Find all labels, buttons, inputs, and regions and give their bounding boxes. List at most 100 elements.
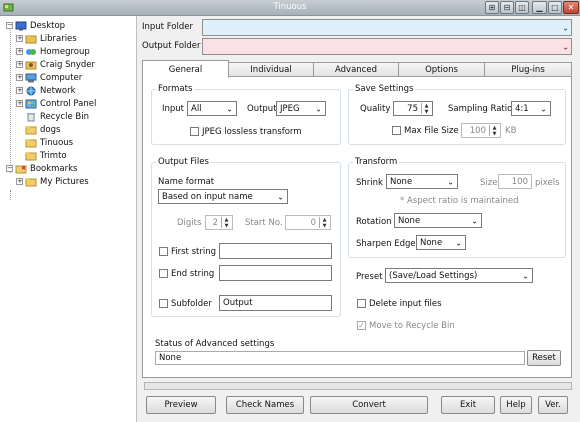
folder-tree[interactable]: − Desktop + Libraries + Homegroup + Crai… (0, 16, 137, 422)
tree-item-network[interactable]: + Network (16, 84, 76, 97)
size-input[interactable]: 100 (498, 174, 532, 189)
end-string-checkbox[interactable] (159, 269, 168, 278)
tree-item-control-panel[interactable]: + Control Panel (16, 97, 96, 110)
chevron-down-icon: ⌄ (315, 104, 322, 113)
rotation-select[interactable]: None ⌄ (394, 213, 482, 228)
save-settings-group: Save Settings (348, 84, 566, 145)
input-format-select[interactable]: All ⌄ (187, 101, 237, 116)
max-file-size-value: 100 (469, 125, 486, 136)
tab-general[interactable]: General (142, 60, 229, 78)
formats-legend: Formats (156, 84, 195, 94)
spinner-arrows-icon[interactable]: ▲ ▼ (221, 217, 231, 229)
tree-item-label: Libraries (40, 33, 77, 44)
sampling-ratio-select[interactable]: 4:1 ⌄ (511, 101, 551, 116)
tree-item-homegroup[interactable]: + Homegroup (16, 45, 90, 58)
convert-button[interactable]: Convert (310, 396, 428, 414)
chevron-down-icon: ⌄ (277, 192, 284, 201)
shrink-label: Shrink (356, 178, 383, 188)
aspect-ratio-note: * Aspect ratio is maintained (400, 196, 519, 206)
output-format-select[interactable]: JPEG ⌄ (276, 101, 326, 116)
tree-item-tinuous[interactable]: Tinuous (25, 136, 73, 149)
maximize-icon[interactable]: □ (548, 1, 562, 14)
first-string-checkbox[interactable] (159, 247, 168, 256)
output-folder-combo[interactable]: ⌄ (202, 38, 572, 55)
expand-icon[interactable]: + (16, 35, 23, 42)
version-button[interactable]: Ver. (538, 396, 568, 414)
title-bar: Tinuous ⊞ ⊟ ◫ ▁ □ ✕ (0, 0, 580, 16)
quality-spinner[interactable]: 75 ▲ ▼ (393, 101, 433, 116)
shrink-select[interactable]: None ⌄ (386, 174, 458, 189)
tree-item-label: Tinuous (40, 137, 74, 148)
start-no-spinner[interactable]: 0 ▲ ▼ (285, 215, 331, 230)
folder-icon (25, 125, 37, 134)
tree-item-trimto[interactable]: Trimto (25, 149, 67, 162)
tree-item-computer[interactable]: + Computer (16, 71, 82, 84)
tree-item-my-pictures[interactable]: + My Pictures (16, 175, 89, 188)
expand-icon[interactable]: + (16, 87, 23, 94)
help-button[interactable]: Help (500, 396, 532, 414)
save-settings-legend: Save Settings (353, 84, 416, 94)
spinner-arrows-icon[interactable]: ▲ ▼ (489, 125, 499, 137)
check-names-button[interactable]: Check Names (226, 396, 304, 414)
spinner-arrows-icon[interactable]: ▲ ▼ (421, 103, 431, 115)
caption-extra-icon-3[interactable]: ◫ (515, 1, 529, 14)
preset-select[interactable]: (Save/Load Settings) ⌄ (385, 268, 533, 283)
tab-plug-ins[interactable]: Plug-ins (484, 62, 572, 77)
input-folder-label: Input Folder (142, 22, 193, 32)
expand-icon[interactable]: + (16, 100, 23, 107)
input-format-value: All (191, 103, 202, 114)
subfolder-input[interactable]: Output (219, 295, 332, 311)
end-string-input[interactable] (219, 265, 332, 281)
spinner-arrows-icon[interactable]: ▲ ▼ (319, 217, 329, 229)
expand-icon[interactable]: + (16, 61, 23, 68)
sharpen-edge-select[interactable]: None ⌄ (416, 235, 466, 250)
user-folder-icon (25, 61, 37, 69)
minimize-icon[interactable]: ▁ (532, 1, 547, 14)
collapse-icon[interactable]: − (6, 165, 13, 172)
max-file-size-checkbox[interactable] (392, 126, 401, 135)
first-string-input[interactable] (219, 243, 332, 259)
chevron-down-icon[interactable]: ⌄ (562, 23, 569, 32)
expand-icon[interactable]: + (16, 74, 23, 81)
tree-item-desktop[interactable]: − Desktop (6, 19, 65, 32)
tree-item-label: dogs (40, 124, 61, 135)
close-icon[interactable]: ✕ (563, 1, 579, 14)
caption-extra-icon-2[interactable]: ⊟ (500, 1, 514, 14)
delete-input-label: Delete input files (369, 299, 442, 309)
libraries-icon (25, 34, 37, 43)
exit-button[interactable]: Exit (441, 396, 495, 414)
expand-icon[interactable]: + (16, 178, 23, 185)
chevron-down-icon[interactable]: ⌄ (562, 42, 569, 51)
recycle-bin-icon (27, 112, 35, 121)
tab-options[interactable]: Options (398, 62, 485, 77)
collapse-icon[interactable]: − (6, 22, 13, 29)
folder-icon (25, 177, 37, 186)
tree-item-label: Craig Snyder (40, 59, 96, 70)
tree-item-recycle-bin[interactable]: Recycle Bin (25, 110, 89, 123)
chevron-down-icon: ⌄ (226, 104, 233, 113)
sharpen-edge-value: None (420, 237, 443, 248)
expand-icon[interactable]: + (16, 48, 23, 55)
tree-item-bookmarks[interactable]: − Bookmarks (6, 162, 78, 175)
delete-input-checkbox[interactable] (357, 299, 366, 308)
reset-button[interactable]: Reset (527, 350, 561, 366)
max-file-size-spinner[interactable]: 100 ▲ ▼ (461, 123, 501, 138)
input-folder-combo[interactable]: ⌄ (202, 19, 572, 36)
tree-item-libraries[interactable]: + Libraries (16, 32, 77, 45)
tree-item-craig-snyder[interactable]: + Craig Snyder (16, 58, 95, 71)
name-format-select[interactable]: Based on input name ⌄ (158, 189, 288, 204)
subfolder-checkbox[interactable] (159, 299, 168, 308)
tree-item-dogs[interactable]: dogs (25, 123, 60, 136)
move-recycle-checkbox[interactable]: ✓ (357, 321, 366, 330)
quality-label: Quality (360, 104, 391, 114)
tab-individual[interactable]: Individual (228, 62, 314, 77)
preview-button[interactable]: Preview (146, 396, 216, 414)
caption-extra-icon-1[interactable]: ⊞ (485, 1, 499, 14)
jpeg-lossless-checkbox[interactable] (190, 127, 199, 136)
quality-value: 75 (407, 103, 418, 114)
sharpen-edge-label: Sharpen Edge (356, 239, 416, 249)
sampling-ratio-label: Sampling Ratio (448, 104, 513, 114)
advanced-status-label: Status of Advanced settings (155, 339, 275, 349)
digits-spinner[interactable]: 2 ▲ ▼ (205, 215, 233, 230)
tab-advanced[interactable]: Advanced (313, 62, 399, 77)
